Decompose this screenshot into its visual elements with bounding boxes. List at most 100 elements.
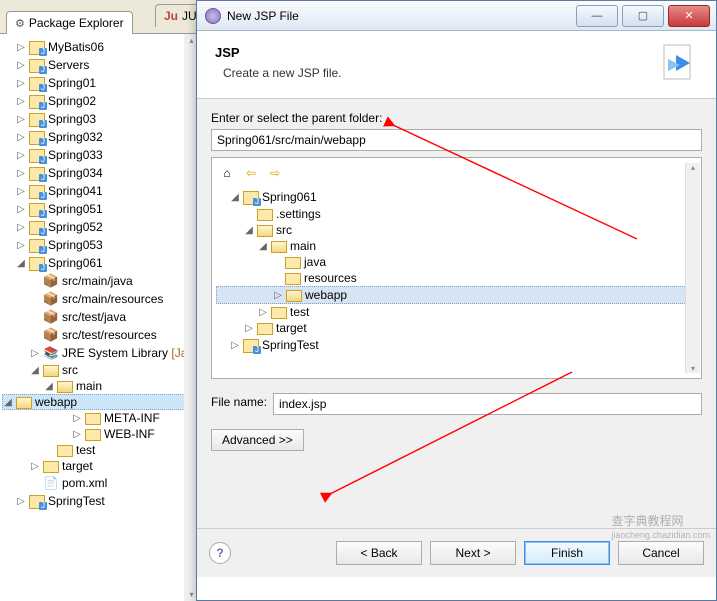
collapse-icon[interactable]: ◢ (16, 258, 26, 268)
folder-node[interactable]: ▷target (2, 458, 197, 474)
expand-icon[interactable]: ▷ (16, 132, 26, 142)
collapse-icon[interactable]: ◢ (258, 241, 268, 251)
project-icon (29, 93, 45, 109)
filename-input[interactable] (273, 393, 702, 415)
project-node[interactable]: ▷Spring033 (2, 146, 197, 164)
project-icon (29, 255, 45, 271)
folder-node[interactable]: .settings (216, 206, 697, 222)
forward-arrow-button[interactable]: ⇨ (266, 164, 284, 182)
spacer (30, 276, 40, 286)
scrollbar[interactable] (685, 163, 700, 373)
project-node[interactable]: ▷Spring03 (2, 110, 197, 128)
project-node[interactable]: ▷Spring041 (2, 182, 197, 200)
home-button[interactable]: ⌂ (218, 164, 236, 182)
folder-node[interactable]: ▷WEB-INF (2, 426, 197, 442)
folder-node[interactable]: ◢src (216, 222, 697, 238)
collapse-icon[interactable]: ◢ (44, 381, 54, 391)
library-node[interactable]: ▷JRE System Library [Jav (2, 344, 197, 362)
annotation-arrow (322, 364, 582, 507)
file-node[interactable]: pom.xml (2, 474, 197, 492)
advanced-button[interactable]: Advanced >> (211, 429, 304, 451)
project-node[interactable]: ◢Spring061 (216, 188, 697, 206)
project-icon (243, 189, 259, 205)
package-explorer: ▷MyBatis06 ▷Servers ▷Spring01 ▷Spring02 … (0, 34, 200, 601)
collapse-icon[interactable]: ◢ (244, 225, 254, 235)
project-node[interactable]: ▷Spring034 (2, 164, 197, 182)
maximize-button[interactable]: ▢ (622, 5, 664, 27)
folder-node-selected[interactable]: ▷webapp (216, 286, 697, 304)
folder-icon (57, 443, 73, 457)
expand-icon[interactable]: ▷ (16, 496, 26, 506)
back-button[interactable]: < Back (336, 541, 422, 565)
parent-folder-input[interactable] (211, 129, 702, 151)
source-folder-icon (43, 309, 59, 325)
library-icon (43, 345, 59, 361)
dialog-heading: JSP (215, 45, 698, 60)
folder-node[interactable]: ◢src (2, 362, 197, 378)
expand-icon[interactable]: ▷ (273, 290, 283, 300)
expand-icon[interactable]: ▷ (244, 323, 254, 333)
source-folder-node[interactable]: src/main/java (2, 272, 197, 290)
expand-icon[interactable]: ▷ (16, 96, 26, 106)
folder-node[interactable]: ▷test (216, 304, 697, 320)
folder-node[interactable]: ◢main (216, 238, 697, 254)
collapse-icon[interactable]: ◢ (230, 192, 240, 202)
expand-icon[interactable]: ▷ (16, 114, 26, 124)
source-folder-node[interactable]: src/test/resources (2, 326, 197, 344)
folder-node-selected[interactable]: ◢webapp (2, 394, 197, 410)
folder-open-icon (16, 395, 32, 409)
expand-icon[interactable]: ▷ (16, 168, 26, 178)
expand-icon[interactable]: ▷ (258, 307, 268, 317)
close-button[interactable]: ✕ (668, 5, 710, 27)
folder-open-icon (286, 288, 302, 302)
expand-icon[interactable]: ▷ (16, 204, 26, 214)
project-node[interactable]: ▷Servers (2, 56, 197, 74)
project-node[interactable]: ▷SpringTest (216, 336, 697, 354)
project-node[interactable]: ▷Spring051 (2, 200, 197, 218)
expand-icon[interactable]: ▷ (16, 78, 26, 88)
folder-node[interactable]: ◢main (2, 378, 197, 394)
finish-button[interactable]: Finish (524, 541, 610, 565)
project-node[interactable]: ▷Spring032 (2, 128, 197, 146)
project-node[interactable]: ▷Spring02 (2, 92, 197, 110)
spacer (30, 294, 40, 304)
jsp-wizard-icon (658, 41, 702, 85)
project-node[interactable]: ▷SpringTest (2, 492, 197, 510)
project-node[interactable]: ▷Spring052 (2, 218, 197, 236)
next-button[interactable]: Next > (430, 541, 516, 565)
project-node[interactable]: ▷Spring01 (2, 74, 197, 92)
collapse-icon[interactable]: ◢ (30, 365, 40, 375)
collapse-icon[interactable]: ◢ (3, 397, 13, 407)
project-node[interactable]: ▷MyBatis06 (2, 38, 197, 56)
project-icon (29, 237, 45, 253)
expand-icon[interactable]: ▷ (230, 340, 240, 350)
help-button[interactable]: ? (209, 542, 231, 564)
folder-node[interactable]: java (216, 254, 697, 270)
expand-icon[interactable]: ▷ (16, 42, 26, 52)
source-folder-node[interactable]: src/main/resources (2, 290, 197, 308)
cancel-button[interactable]: Cancel (618, 541, 704, 565)
project-node[interactable]: ▷Spring053 (2, 236, 197, 254)
expand-icon[interactable]: ▷ (72, 413, 82, 423)
expand-icon[interactable]: ▷ (16, 150, 26, 160)
expand-icon[interactable]: ▷ (72, 429, 82, 439)
expand-icon[interactable]: ▷ (16, 60, 26, 70)
tab-package-explorer[interactable]: ⚙ Package Explorer (6, 11, 133, 34)
folder-browser: ⌂ ⇦ ⇨ ◢Spring061 .settings ◢src ◢main ja… (211, 157, 702, 379)
source-folder-node[interactable]: src/test/java (2, 308, 197, 326)
expand-icon[interactable]: ▷ (30, 461, 40, 471)
folder-node[interactable]: ▷target (216, 320, 697, 336)
new-jsp-dialog: New JSP File — ▢ ✕ JSP Create a new JSP … (196, 0, 717, 601)
folder-node[interactable]: test (2, 442, 197, 458)
project-icon (29, 201, 45, 217)
folder-node[interactable]: resources (216, 270, 697, 286)
expand-icon[interactable]: ▷ (30, 348, 40, 358)
minimize-button[interactable]: — (576, 5, 618, 27)
expand-icon[interactable]: ▷ (16, 186, 26, 196)
expand-icon[interactable]: ▷ (16, 240, 26, 250)
project-node[interactable]: ◢Spring061 (2, 254, 197, 272)
dialog-title-bar[interactable]: New JSP File — ▢ ✕ (197, 1, 716, 31)
folder-node[interactable]: ▷META-INF (2, 410, 197, 426)
back-arrow-button[interactable]: ⇦ (242, 164, 260, 182)
expand-icon[interactable]: ▷ (16, 222, 26, 232)
